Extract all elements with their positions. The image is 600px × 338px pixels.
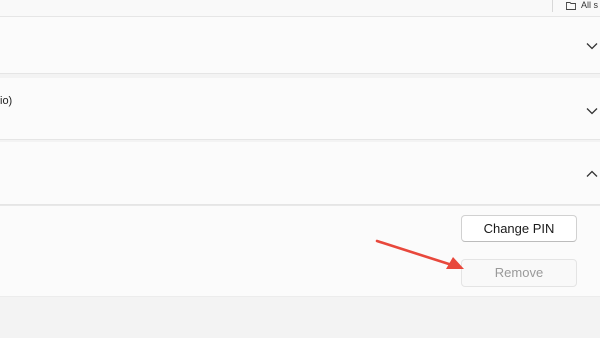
remove-button[interactable]: Remove [461,259,577,287]
settings-section-2[interactable]: io) [0,78,600,140]
chevron-down-icon[interactable] [586,107,598,115]
chevron-down-icon[interactable] [586,42,598,50]
settings-section-1[interactable] [0,17,600,74]
settings-section-pin[interactable] [0,142,600,205]
topbar-divider [552,0,553,12]
folder-icon[interactable] [566,1,576,10]
chevron-up-icon[interactable] [586,170,598,178]
annotation-arrow-icon [375,239,464,269]
section-2-label: io) [0,95,13,107]
topbar-label[interactable]: All s [581,0,598,10]
top-bar: All s [0,0,600,17]
settings-window: All s io) Change PIN Remove [0,0,600,338]
change-pin-button[interactable]: Change PIN [461,215,577,242]
page-bottom [0,297,600,338]
